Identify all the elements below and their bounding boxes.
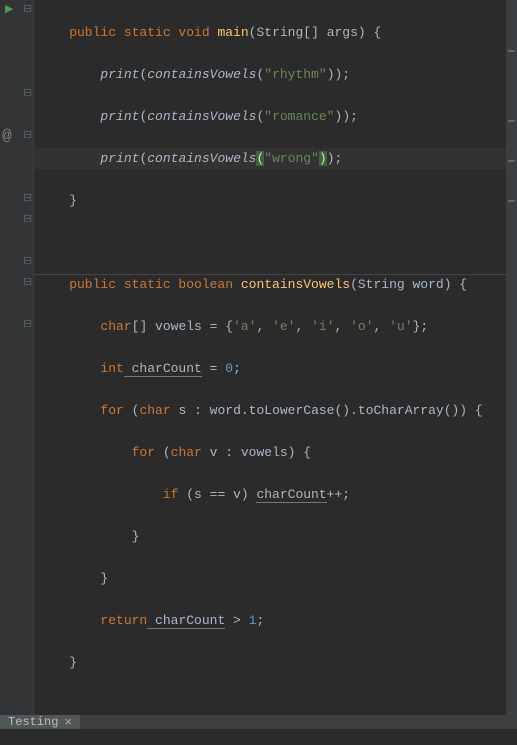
fold-icon[interactable]: ⊟ <box>23 126 32 147</box>
editor-gutter: ▶ @ ⊟ ⊟ ⊟ ⊟ ⊟ ⊟ ⊟ ⊟ <box>0 0 34 715</box>
method-name: main <box>217 25 248 40</box>
run-main-icon[interactable]: ▶ <box>5 0 13 21</box>
code-text: ; <box>256 613 264 628</box>
code-text: containsVowels <box>147 67 256 82</box>
code-text: args <box>327 25 358 40</box>
code-text: 'i' <box>311 319 334 334</box>
editor-panel: ▶ @ ⊟ ⊟ ⊟ ⊟ ⊟ ⊟ ⊟ ⊟ public static void m… <box>0 0 517 715</box>
code-text: containsVowels <box>147 109 256 124</box>
scrollbar[interactable] <box>506 0 517 715</box>
code-text: for <box>132 445 155 460</box>
code-text: String <box>256 25 303 40</box>
code-text: ++ <box>327 487 343 502</box>
paren-match-icon: ) <box>319 151 327 166</box>
code-text: 1 <box>249 613 257 628</box>
fold-icon[interactable]: ⊟ <box>23 189 32 210</box>
code-text: } <box>38 571 108 586</box>
code-text: char <box>100 319 131 334</box>
code-text: public static boolean <box>38 277 241 292</box>
fold-icon[interactable]: ⊟ <box>23 252 32 273</box>
code-text: 0 <box>225 361 233 376</box>
code-text: if <box>163 487 179 502</box>
console-output[interactable]: "C:\Program Files\JetBrains\IntelliJ IDE… <box>0 729 517 745</box>
code-text: return <box>100 613 147 628</box>
code-text: ; <box>233 361 241 376</box>
tab-label: Testing <box>8 715 58 729</box>
code-text: for <box>100 403 123 418</box>
code-text: 'a' <box>233 319 256 334</box>
code-text: String <box>358 277 405 292</box>
code-text: [] <box>303 25 326 40</box>
code-text: charCount <box>147 613 225 629</box>
code-editor[interactable]: public static void main(String[] args) {… <box>34 0 517 715</box>
code-text: print <box>100 151 139 166</box>
fold-icon[interactable]: ⊟ <box>23 0 32 21</box>
code-text: ; <box>342 487 350 502</box>
code-text: charCount <box>256 487 326 503</box>
modified-icon: @ <box>2 126 12 147</box>
code-text: [] vowels = { <box>132 319 233 334</box>
code-text: } <box>38 193 77 208</box>
code-text: }; <box>413 319 429 334</box>
code-text: ) { <box>358 25 381 40</box>
tool-window-tabs: Testing × <box>0 715 517 729</box>
code-text: } <box>38 529 139 544</box>
code-text: ) { <box>444 277 467 292</box>
code-text: 'e' <box>272 319 295 334</box>
code-text: char <box>171 445 202 460</box>
code-text: = <box>202 361 225 376</box>
code-text: word <box>405 277 444 292</box>
code-text: int <box>100 361 123 376</box>
code-text: ); <box>342 109 358 124</box>
code-text: ); <box>327 151 343 166</box>
code-text: 'u' <box>389 319 412 334</box>
code-text: ) <box>327 67 335 82</box>
code-text: public static void <box>38 25 217 40</box>
code-text: ( <box>350 277 358 292</box>
fold-icon[interactable]: ⊟ <box>23 315 32 336</box>
code-text: "wrong" <box>264 151 319 166</box>
code-text: print <box>100 67 139 82</box>
code-text: ( <box>155 445 171 460</box>
code-text: v : vowels) { <box>202 445 311 460</box>
code-text: ); <box>335 67 351 82</box>
code-text: 'o' <box>350 319 373 334</box>
fold-icon[interactable]: ⊟ <box>23 84 32 105</box>
code-text: charCount <box>124 361 202 377</box>
code-text: > <box>225 613 248 628</box>
tab-testing[interactable]: Testing × <box>0 715 80 729</box>
code-text: "rhythm" <box>264 67 326 82</box>
close-icon[interactable]: × <box>64 716 72 729</box>
fold-icon[interactable]: ⊟ <box>23 210 32 231</box>
code-text: ( <box>124 403 140 418</box>
code-text: char <box>139 403 170 418</box>
code-text: } <box>38 655 77 670</box>
code-text: containsVowels <box>147 151 256 166</box>
code-text: print <box>100 109 139 124</box>
method-name: containsVowels <box>241 277 350 292</box>
code-text: s : word.toLowerCase().toCharArray()) { <box>171 403 483 418</box>
fold-icon[interactable]: ⊟ <box>23 273 32 294</box>
code-text: (s == v) <box>178 487 256 502</box>
code-text: "romance" <box>264 109 334 124</box>
